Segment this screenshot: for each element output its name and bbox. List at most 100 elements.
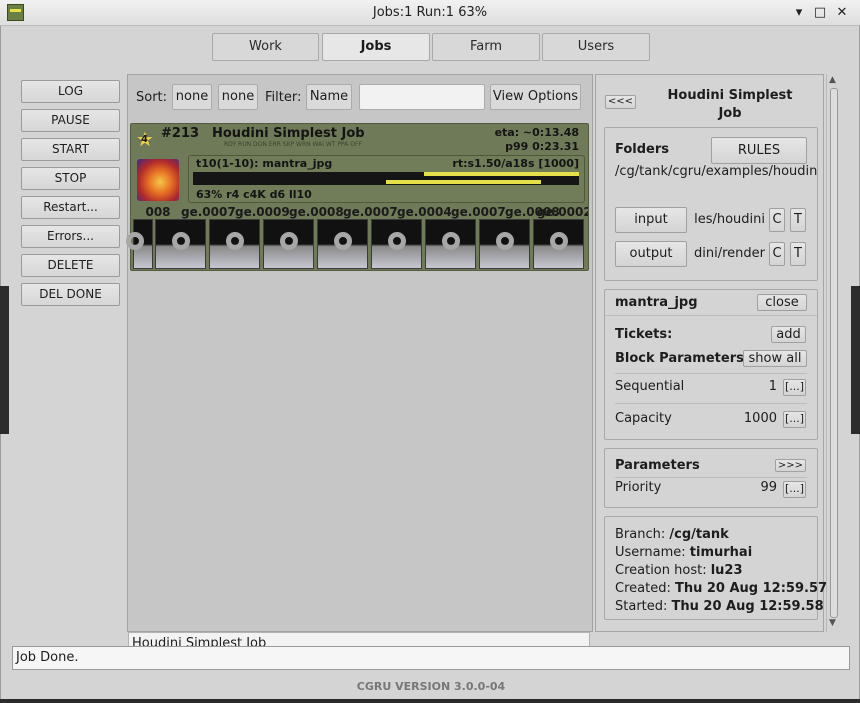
output-copy-button[interactable]: C	[769, 242, 785, 266]
divider	[605, 315, 817, 316]
job-eta: eta: ~0:13.48	[494, 126, 579, 139]
tab-work[interactable]: Work	[212, 33, 319, 61]
parameters-group: Parameters >>> Priority 99 [...]	[604, 448, 818, 508]
scroll-down-icon[interactable]: ▼	[829, 618, 836, 628]
host-value: lu23	[710, 563, 743, 578]
created-value: Thu 20 Aug 12:59.57	[674, 581, 828, 596]
render-thumbnail[interactable]	[263, 219, 314, 269]
priority-edit-button[interactable]: [...]	[783, 481, 806, 498]
render-thumbnail[interactable]	[126, 219, 153, 269]
view-options-button[interactable]: View Options	[490, 84, 581, 110]
block-summary: 63% r4 c4K d6 ll10	[196, 188, 312, 201]
thumbnail-label: ge.0004	[397, 205, 451, 219]
maximize-icon[interactable]: □	[811, 4, 829, 22]
render-thumbnail[interactable]	[209, 219, 260, 269]
sequential-edit-button[interactable]: [...]	[783, 379, 806, 396]
creation-host-row: Creation host: lu23	[615, 563, 743, 578]
title-bar: Jobs:1 Run:1 63% ▾ □ ✕	[0, 0, 860, 26]
details-scrollbar[interactable]: ▲ ▼	[826, 74, 840, 632]
render-thumbnail[interactable]	[371, 219, 422, 269]
block-group: mantra_jpg close Tickets: add Block Para…	[604, 289, 818, 440]
filter-field-button[interactable]: Name	[306, 84, 352, 110]
thumbnail-label: 008	[145, 205, 171, 219]
show-all-button[interactable]: show all	[743, 350, 807, 367]
capacity-label: Capacity	[615, 411, 672, 426]
filter-label: Filter:	[265, 90, 302, 105]
thumbnail-label: ge.0009	[235, 205, 289, 219]
input-path: les/houdini	[694, 212, 765, 227]
delete-button[interactable]: DELETE	[21, 254, 120, 277]
start-button[interactable]: START	[21, 138, 120, 161]
errors-button[interactable]: Errors...	[21, 225, 120, 248]
sort-primary-button[interactable]: none	[172, 84, 212, 110]
output-path: dini/render	[694, 246, 765, 261]
input-copy-button[interactable]: C	[769, 208, 785, 232]
tab-users[interactable]: Users	[542, 33, 650, 61]
job-item[interactable]: ★ 4 #213 Houdini Simplest Job eta: ~0:13…	[126, 123, 589, 271]
tickets-label: Tickets:	[615, 327, 673, 342]
delete-done-button[interactable]: DEL DONE	[21, 283, 120, 306]
rules-button[interactable]: RULES	[711, 137, 807, 164]
job-id: #213	[161, 126, 200, 141]
priority-label: Priority	[615, 480, 662, 495]
output-button[interactable]: output	[615, 241, 687, 267]
thumbnail-label: ge.0008	[289, 205, 343, 219]
render-thumbnail[interactable]	[533, 219, 584, 269]
block-title: t10(1-10): mantra_jpg	[196, 157, 333, 170]
left-resize-handle[interactable]	[0, 286, 9, 434]
block-progress-bar	[193, 172, 579, 185]
render-thumbnail[interactable]	[425, 219, 476, 269]
tab-jobs[interactable]: Jobs	[322, 33, 430, 61]
folders-label: Folders	[615, 142, 670, 157]
divider	[615, 403, 807, 404]
job-name: Houdini Simplest Job	[212, 126, 365, 141]
username-value: timurhai	[689, 545, 753, 560]
scroll-up-icon[interactable]: ▲	[829, 75, 836, 85]
input-terminal-button[interactable]: T	[790, 208, 806, 232]
sequential-value: 1	[768, 379, 777, 394]
job-p99: p99 0:23.31	[505, 140, 579, 153]
close-icon[interactable]: ✕	[833, 4, 851, 22]
render-thumbnail[interactable]	[317, 219, 368, 269]
block-name: mantra_jpg	[615, 295, 698, 310]
tab-farm[interactable]: Farm	[432, 33, 540, 61]
restart-button[interactable]: Restart...	[21, 196, 120, 219]
collapse-button[interactable]: <<<	[605, 95, 636, 109]
add-ticket-button[interactable]: add	[771, 326, 806, 343]
block-item[interactable]: t10(1-10): mantra_jpg rt:s1.50/a18s [100…	[188, 155, 585, 203]
filter-input[interactable]	[359, 84, 485, 110]
progress-bar-top	[424, 172, 579, 176]
pause-button[interactable]: PAUSE	[21, 109, 120, 132]
expand-button[interactable]: >>>	[775, 459, 806, 472]
capacity-edit-button[interactable]: [...]	[783, 411, 806, 428]
sort-label: Sort:	[136, 90, 168, 105]
thumbnail-label: ge.0007	[343, 205, 397, 219]
window-title: Jobs:1 Run:1 63%	[372, 5, 488, 20]
render-thumbnail[interactable]	[155, 219, 206, 269]
minimize-icon[interactable]: ▾	[790, 4, 808, 22]
right-resize-handle[interactable]	[851, 286, 860, 434]
close-block-button[interactable]: close	[757, 294, 807, 311]
branch-value: /cg/tank	[669, 527, 729, 542]
output-terminal-button[interactable]: T	[790, 242, 806, 266]
houdini-logo-icon	[137, 159, 179, 201]
render-thumbnail[interactable]	[479, 219, 530, 269]
priority-badge: 4	[141, 134, 148, 145]
thumbnail-label: ge.0002	[537, 205, 588, 219]
parameters-label: Parameters	[615, 458, 700, 473]
divider	[615, 373, 807, 374]
job-info-group: Branch: /cg/tank Username: timurhai Crea…	[604, 516, 827, 620]
version-label: CGRU VERSION 3.0.0-04	[356, 680, 506, 693]
started-value: Thu 20 Aug 12:59.58	[671, 599, 824, 614]
sequential-label: Sequential	[615, 379, 685, 394]
divider	[615, 477, 807, 478]
capacity-value: 1000	[743, 411, 777, 426]
window-bottom-edge	[0, 699, 860, 703]
log-button[interactable]: LOG	[21, 80, 120, 103]
stop-button[interactable]: STOP	[21, 167, 120, 190]
input-button[interactable]: input	[615, 207, 687, 233]
username-row: Username: timurhai	[615, 545, 753, 560]
scroll-thumb[interactable]	[830, 88, 838, 618]
sort-secondary-button[interactable]: none	[218, 84, 258, 110]
details-title: Houdini Simplest Job	[667, 88, 793, 121]
